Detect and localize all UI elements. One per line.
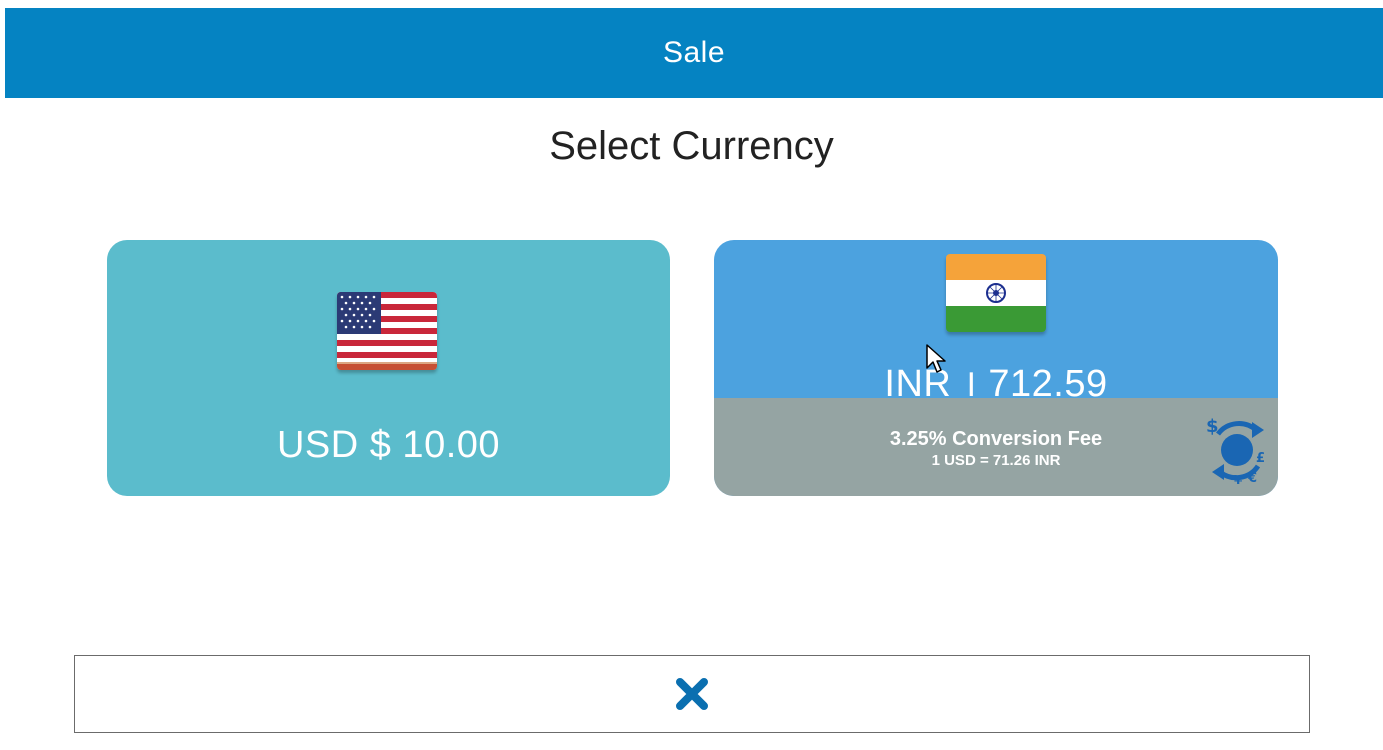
inr-currency-option[interactable]: INR । 712.59 3.25% Conversion Fee 1 USD …: [714, 240, 1278, 496]
title-text: Sale: [662, 36, 726, 69]
exchange-rate-text: 1 USD = 71.26 INR: [931, 452, 1061, 469]
title-bar: Sale: [5, 8, 1383, 98]
usd-currency-option[interactable]: USD $ 10.00: [107, 240, 670, 496]
svg-text:¥: ¥: [1234, 473, 1243, 484]
svg-text:$: $: [1206, 416, 1219, 437]
mouse-cursor-icon: [926, 344, 946, 373]
page-title: Select Currency: [549, 124, 834, 168]
currency-exchange-icon: $ £ € ¥: [1204, 412, 1270, 487]
conversion-fee-text: 3.25% Conversion Fee: [889, 428, 1103, 450]
india-flag-icon: [946, 254, 1046, 332]
svg-text:£: £: [1256, 451, 1265, 466]
currency-selection-screen: Sale Select Currency USD $ 10.00 INR । 7…: [0, 0, 1383, 750]
cancel-button[interactable]: [74, 655, 1310, 733]
us-flag-icon: [337, 292, 437, 370]
svg-text:€: €: [1247, 471, 1257, 484]
conversion-fee-panel: 3.25% Conversion Fee 1 USD = 71.26 INR $…: [714, 398, 1278, 496]
close-icon: [676, 678, 708, 710]
usd-amount-label: USD $ 10.00: [276, 424, 501, 466]
